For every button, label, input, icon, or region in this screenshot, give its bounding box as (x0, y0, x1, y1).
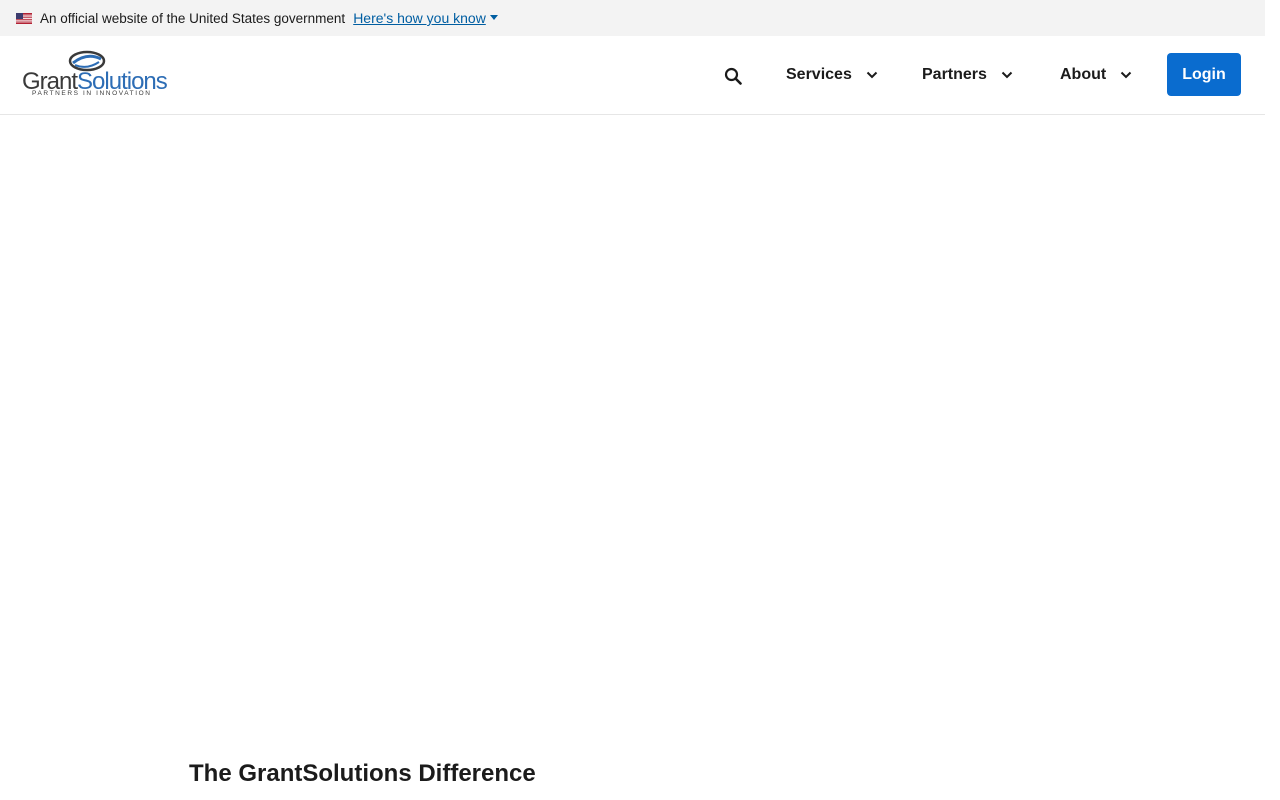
chevron-down-icon (1001, 71, 1013, 79)
nav-services-label: Services (786, 66, 852, 83)
search-icon (724, 67, 742, 85)
heres-how-you-know-link[interactable]: Here's how you know (353, 10, 498, 26)
gov-banner: An official website of the United States… (0, 0, 1265, 36)
login-button[interactable]: Login (1167, 53, 1241, 96)
search-button[interactable] (722, 65, 744, 87)
logo-tagline: PARTNERS IN INNOVATION (32, 90, 152, 97)
us-flag-icon (16, 12, 32, 24)
nav-services[interactable]: Services (786, 63, 878, 87)
nav-about-label: About (1060, 66, 1107, 83)
chevron-down-icon (866, 71, 878, 79)
grantsolutions-logo[interactable]: GrantSolutions PARTNERS IN INNOVATION (22, 50, 168, 100)
site-header: GrantSolutions PARTNERS IN INNOVATION Se… (0, 36, 1265, 115)
section-title: The GrantSolutions Difference (189, 760, 536, 787)
nav-about[interactable]: About (1060, 63, 1132, 87)
nav-partners[interactable]: Partners (922, 63, 1013, 87)
chevron-down-icon (1120, 71, 1132, 79)
nav-partners-label: Partners (922, 66, 987, 83)
heres-how-you-know-label: Here's how you know (353, 10, 486, 26)
caret-down-icon (489, 15, 498, 20)
gov-banner-text: An official website of the United States… (40, 10, 346, 26)
